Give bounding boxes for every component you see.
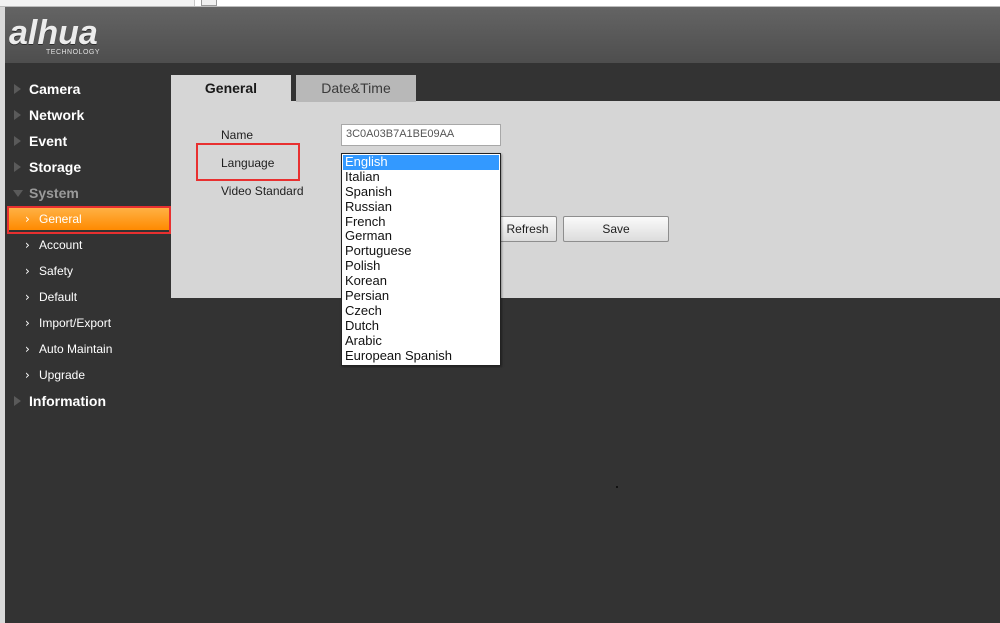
language-option[interactable]: German bbox=[342, 229, 500, 244]
sidebar-item-label: Default bbox=[39, 290, 78, 304]
language-option[interactable]: Russian bbox=[342, 199, 500, 215]
sidebar-item-label: Storage bbox=[29, 159, 82, 175]
sidebar-item-information[interactable]: Information bbox=[5, 390, 171, 412]
language-option[interactable]: Polish bbox=[342, 258, 500, 274]
dahua-logo: alhua bbox=[9, 14, 98, 52]
sidebar-item-label: Event bbox=[29, 133, 68, 149]
name-input[interactable]: 3C0A03B7A1BE09AA bbox=[341, 124, 501, 146]
language-dropdown-list[interactable]: English Italian Spanish Russian French G… bbox=[341, 153, 501, 366]
sidebar-item-account[interactable]: › Account bbox=[5, 234, 171, 256]
app-header: alhua TECHNOLOGY bbox=[5, 7, 1000, 63]
sidebar-item-label: Information bbox=[29, 393, 106, 409]
language-option[interactable]: Portuguese bbox=[342, 243, 500, 259]
language-option[interactable]: European Spanish bbox=[342, 348, 500, 364]
sidebar-item-label: Auto Maintain bbox=[39, 342, 113, 356]
language-option[interactable]: French bbox=[342, 214, 500, 230]
sidebar-item-default[interactable]: › Default bbox=[5, 286, 171, 308]
sidebar-item-upgrade[interactable]: › Upgrade bbox=[5, 364, 171, 386]
sidebar-item-storage[interactable]: Storage bbox=[5, 156, 171, 178]
sidebar-item-label: Import/Export bbox=[39, 316, 112, 330]
sidebar-item-label: Camera bbox=[29, 81, 81, 97]
language-option[interactable]: Czech bbox=[342, 303, 500, 319]
triangle-right-icon bbox=[14, 110, 21, 120]
sidebar-item-event[interactable]: Event bbox=[5, 130, 171, 152]
name-label: Name bbox=[221, 128, 254, 142]
chevron-right-icon: › bbox=[25, 290, 30, 304]
language-option[interactable]: Korean bbox=[342, 273, 500, 289]
video-standard-label: Video Standard bbox=[221, 184, 304, 198]
triangle-right-icon bbox=[14, 162, 21, 172]
sidebar-item-safety[interactable]: › Safety bbox=[5, 260, 171, 282]
sidebar-item-camera[interactable]: Camera bbox=[5, 78, 171, 100]
sidebar-item-import-export[interactable]: › Import/Export bbox=[5, 312, 171, 334]
sidebar-item-label: System bbox=[29, 185, 79, 201]
triangle-right-icon bbox=[14, 84, 21, 94]
tab-datetime[interactable]: Date&Time bbox=[296, 75, 416, 102]
sidebar-item-auto-maintain[interactable]: › Auto Maintain bbox=[5, 338, 171, 360]
chevron-right-icon: › bbox=[25, 264, 30, 278]
sidebar-item-system[interactable]: System bbox=[5, 182, 171, 204]
triangle-right-icon bbox=[14, 136, 21, 146]
chevron-right-icon: › bbox=[25, 368, 30, 382]
chevron-right-icon: › bbox=[25, 316, 30, 330]
language-option[interactable]: Persian bbox=[342, 288, 500, 304]
new-tab-button[interactable] bbox=[201, 0, 217, 6]
sidebar-nav: Camera Network Event Storage System › Ge… bbox=[5, 63, 171, 623]
triangle-right-icon bbox=[14, 396, 21, 406]
browser-tab[interactable] bbox=[0, 0, 195, 6]
sidebar-item-label: Network bbox=[29, 107, 85, 123]
sidebar-item-label: Account bbox=[39, 238, 83, 252]
language-option[interactable]: Dutch bbox=[342, 318, 500, 334]
settings-panel bbox=[171, 101, 1000, 298]
save-button[interactable]: Save bbox=[563, 216, 669, 242]
chevron-right-icon: › bbox=[25, 342, 30, 356]
language-option[interactable]: Arabic bbox=[342, 333, 500, 349]
language-option[interactable]: Spanish bbox=[342, 184, 500, 200]
browser-chrome bbox=[0, 0, 1000, 7]
chevron-right-icon: › bbox=[25, 238, 30, 252]
sidebar-item-label: Upgrade bbox=[39, 368, 86, 382]
tab-general[interactable]: General bbox=[171, 75, 291, 102]
sidebar-item-network[interactable]: Network bbox=[5, 104, 171, 126]
sidebar-item-label: Safety bbox=[39, 264, 74, 278]
annotation-highlight-general bbox=[7, 206, 171, 234]
stray-pixel bbox=[616, 486, 618, 488]
annotation-highlight-language bbox=[196, 143, 300, 181]
language-option[interactable]: Italian bbox=[342, 169, 500, 185]
triangle-down-icon bbox=[13, 190, 23, 197]
logo-subtext: TECHNOLOGY bbox=[46, 49, 101, 56]
language-option[interactable]: English bbox=[343, 154, 499, 170]
